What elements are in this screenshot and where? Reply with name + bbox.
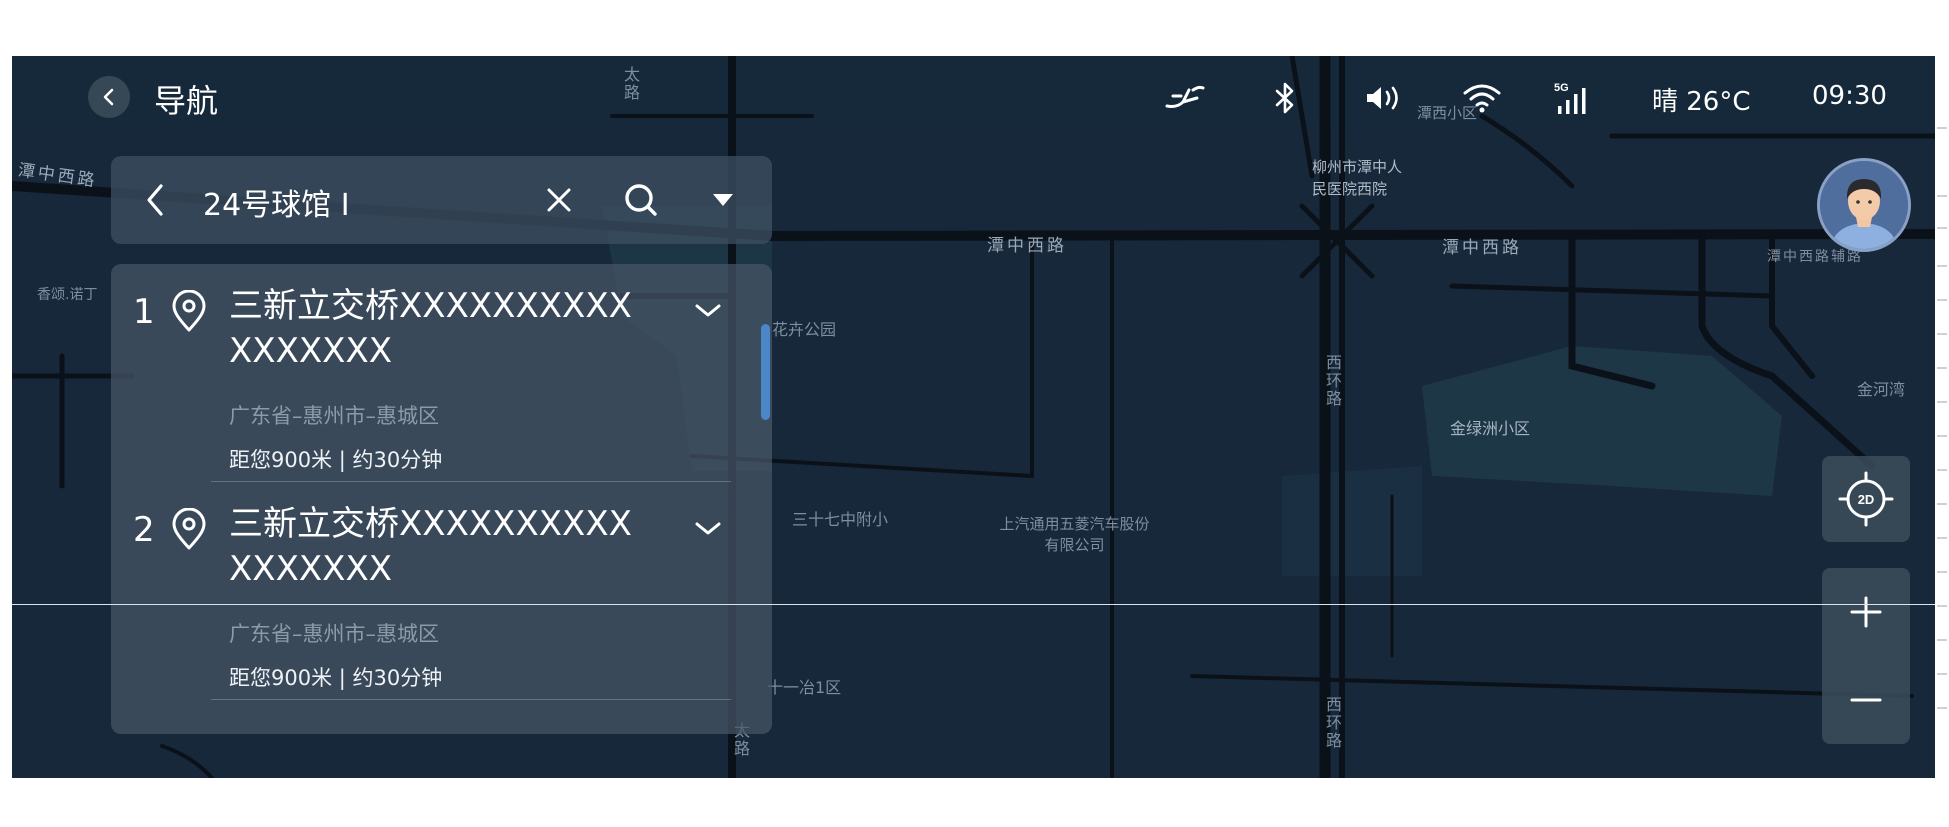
map-label-poi: 十一冶1区 — [767, 678, 842, 697]
search-input[interactable]: 24号球馆 I — [203, 180, 350, 224]
search-button[interactable] — [609, 156, 673, 244]
map-label-poi: 金绿洲小区 — [1450, 419, 1531, 438]
map-label-road: 潭中西路 — [987, 236, 1067, 256]
result-address: 广东省–惠州市–惠城区 — [229, 622, 439, 646]
chevron-down-icon[interactable] — [689, 298, 727, 322]
map-label-road: 西环路 — [1323, 354, 1342, 408]
locate-button[interactable]: 2D — [1822, 456, 1910, 542]
chevron-down-icon[interactable] — [689, 516, 727, 540]
edge-ticks — [1937, 127, 1947, 709]
svg-text:2D: 2D — [1858, 492, 1875, 507]
map-label-poi: 花卉公园 — [772, 320, 837, 339]
result-index: 2 — [133, 510, 155, 550]
search-back-button[interactable] — [125, 156, 185, 244]
cellular-signal-icon[interactable]: 5G — [1550, 78, 1594, 118]
search-icon — [625, 184, 657, 216]
map-label-poi: 三十七中附小 — [792, 510, 889, 529]
close-icon — [547, 188, 571, 212]
list-item[interactable]: 1 三新立交桥XXXXXXXXXXXXXXXXX 广东省–惠州市–惠城区 距您9… — [111, 264, 772, 482]
zoom-in-button[interactable] — [1822, 568, 1910, 656]
user-avatar-icon — [1820, 161, 1908, 249]
back-button[interactable] — [88, 76, 130, 118]
result-distance: 距您900米 | 约30分钟 — [229, 666, 443, 690]
result-address: 广东省–惠州市–惠城区 — [229, 404, 439, 428]
map-label-poi: 柳州市潭中人民医院西院 — [1312, 158, 1403, 198]
crosshair-icon: 2D — [1838, 471, 1894, 527]
seat-icon[interactable] — [1160, 78, 1210, 118]
location-pin-icon — [172, 508, 206, 550]
result-index: 1 — [133, 292, 155, 332]
clock-text: 09:30 — [1812, 81, 1887, 111]
dropdown-button[interactable] — [693, 156, 753, 244]
wifi-icon[interactable] — [1460, 78, 1504, 118]
divider — [211, 699, 731, 700]
weather-text: 晴 26°C — [1652, 87, 1751, 117]
navigation-screen: 潭中西路 潭中西路 潭中西路 潭中西路辅路 西环路 西环路 太路 太路 柳州市潭… — [12, 56, 1935, 778]
list-item[interactable]: 2 三新立交桥XXXXXXXXXXXXXXXXX 广东省–惠州市–惠城区 距您9… — [111, 482, 772, 700]
caret-down-icon — [713, 194, 733, 206]
result-distance: 距您900米 | 约30分钟 — [229, 448, 443, 472]
map-label-poi: 金河湾 — [1857, 380, 1906, 399]
volume-icon[interactable] — [1362, 78, 1408, 118]
location-pin-icon — [172, 290, 206, 332]
zoom-out-button[interactable] — [1822, 656, 1910, 744]
map-label-poi: 上汽通用五菱汽车股份有限公司 — [999, 515, 1150, 554]
map-label-poi: 香颂.诺丁 — [37, 287, 98, 303]
svg-text:5G: 5G — [1554, 82, 1569, 94]
plus-icon — [1850, 596, 1882, 628]
guide-line — [12, 604, 1935, 605]
clear-button[interactable] — [529, 156, 589, 244]
bluetooth-icon[interactable] — [1268, 78, 1302, 118]
result-title: 三新立交桥XXXXXXXXXXXXXXXXX — [229, 504, 632, 589]
map-label-road: 西环路 — [1323, 696, 1342, 750]
page-title: 导航 — [154, 82, 219, 120]
top-bar: 导航 5G 晴 26°C 09:30 — [12, 56, 1935, 146]
zoom-control — [1822, 568, 1910, 744]
results-scrollbar[interactable] — [761, 324, 770, 420]
result-title: 三新立交桥XXXXXXXXXXXXXXXXX — [229, 286, 632, 371]
chevron-left-icon — [147, 184, 163, 216]
search-bar: 24号球馆 I — [111, 156, 772, 244]
chevron-left-icon — [103, 88, 114, 106]
map-label-road: 潭中西路 — [1442, 238, 1522, 258]
minus-icon — [1850, 698, 1882, 702]
avatar[interactable] — [1817, 158, 1911, 252]
search-results-panel[interactable]: 1 三新立交桥XXXXXXXXXXXXXXXXX 广东省–惠州市–惠城区 距您9… — [111, 264, 772, 734]
